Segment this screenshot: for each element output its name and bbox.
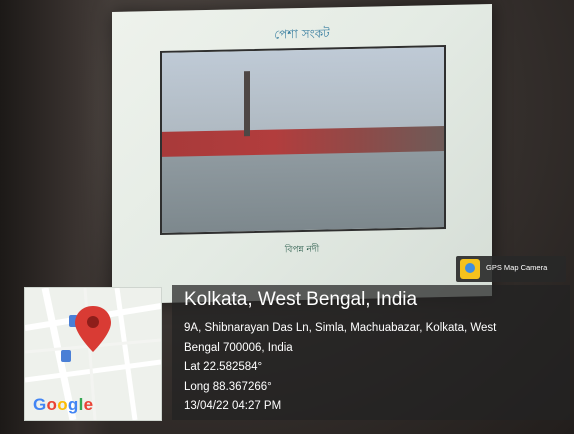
gps-map-camera-icon	[460, 259, 480, 279]
location-overlay: Kolkata, West Bengal, India 9A, Shibnara…	[172, 285, 570, 420]
transit-icon	[61, 350, 71, 362]
timestamp: 13/04/22 04:27 PM	[184, 400, 282, 412]
address-line-1: 9A, Shibnarayan Das Ln, Simla, Machuabaz…	[184, 322, 497, 334]
map-thumbnail[interactable]: Google	[24, 287, 162, 421]
location-details: 9A, Shibnarayan Das Ln, Simla, Machuabaz…	[184, 318, 568, 416]
gps-map-camera-badge: GPS Map Camera	[456, 256, 566, 282]
google-logo: Google	[33, 395, 94, 414]
river-photo	[160, 44, 446, 235]
chimney	[244, 71, 250, 137]
latitude: Lat 22.582584°	[184, 361, 263, 373]
badge-label: GPS Map Camera	[486, 263, 548, 272]
place-title: Kolkata, West Bengal, India	[184, 289, 418, 310]
photo-frame: পেশা সংকট বিপন্ন নদী GPS Map Camera Goog…	[0, 0, 574, 434]
longitude: Long 88.367266°	[184, 380, 272, 393]
address-line-2: Bengal 700006, India	[184, 341, 293, 354]
projector-screen: পেশা সংকট বিপন্ন নদী	[112, 4, 492, 304]
slide-caption: বিপন্ন নদী	[284, 244, 320, 256]
